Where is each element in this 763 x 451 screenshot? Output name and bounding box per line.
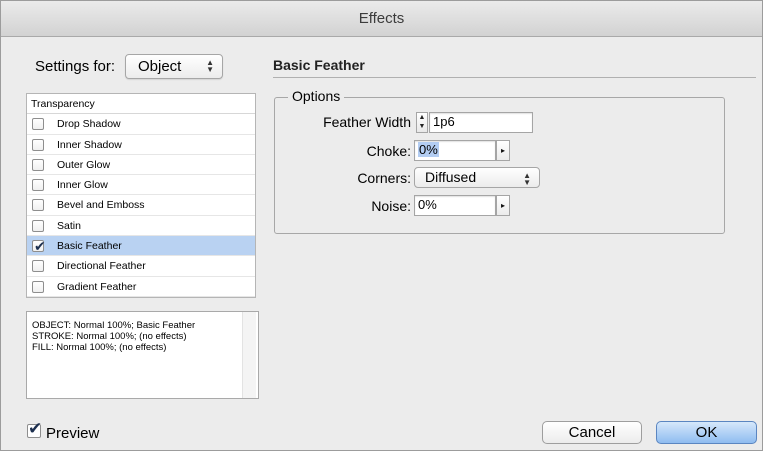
- window-title: Effects: [358, 10, 405, 27]
- checkmark-icon: ✔: [34, 238, 46, 255]
- feather-width-field[interactable]: 1p6: [429, 112, 533, 133]
- choke-label: Choke:: [366, 143, 411, 159]
- list-item-drop-shadow[interactable]: Drop Shadow: [27, 114, 255, 135]
- settings-for-select[interactable]: Object ▲ ▼: [125, 54, 223, 79]
- settings-for-value: Object: [138, 58, 182, 75]
- directional-feather-checkbox[interactable]: [32, 260, 44, 273]
- title-bar[interactable]: Effects: [1, 1, 762, 37]
- summary-scrollbar[interactable]: [242, 312, 256, 398]
- list-item-basic-feather[interactable]: ✔ Basic Feather: [27, 236, 255, 257]
- noise-value: 0%: [418, 197, 437, 212]
- summary-line-object: OBJECT: Normal 100%; Basic Feather: [32, 320, 196, 331]
- choke-field[interactable]: 0%: [414, 140, 496, 161]
- summary-line-fill: FILL: Normal 100%; (no effects): [32, 342, 167, 353]
- list-item-label: Transparency: [31, 98, 95, 110]
- effects-dialog: Effects Settings for: Object ▲ ▼ Transpar…: [0, 0, 763, 451]
- choke-value: 0%: [418, 142, 439, 157]
- noise-label: Noise:: [371, 198, 411, 214]
- corners-select[interactable]: Diffused ▲ ▼: [414, 167, 540, 188]
- arrow-right-icon: ▸: [500, 146, 505, 155]
- inner-shadow-checkbox[interactable]: [32, 138, 44, 151]
- list-item-inner-shadow[interactable]: Inner Shadow: [27, 135, 255, 155]
- list-item-label: Basic Feather: [57, 240, 122, 253]
- summary-line-stroke: STROKE: Normal 100%; (no effects): [32, 331, 187, 342]
- list-item-label: Outer Glow: [57, 158, 111, 171]
- drop-shadow-checkbox[interactable]: [32, 118, 44, 131]
- corners-value: Diffused: [425, 169, 477, 185]
- list-item-directional-feather[interactable]: Directional Feather: [27, 256, 255, 277]
- arrow-right-icon: ▸: [500, 201, 505, 210]
- updown-icon: ▲ ▼: [523, 171, 531, 187]
- effects-summary: OBJECT: Normal 100%; Basic Feather STROK…: [26, 311, 259, 399]
- updown-icon: ▲ ▼: [206, 58, 214, 74]
- panel-divider: [273, 77, 756, 78]
- cancel-button[interactable]: Cancel: [542, 421, 642, 444]
- effects-list: Transparency Drop Shadow Inner Shadow Ou…: [26, 93, 256, 298]
- gradient-feather-checkbox[interactable]: [32, 280, 44, 293]
- list-item-label: Drop Shadow: [57, 118, 121, 131]
- preview-checkbox[interactable]: ✔: [27, 419, 42, 438]
- inner-glow-checkbox[interactable]: [32, 179, 44, 192]
- ok-button[interactable]: OK: [656, 421, 757, 444]
- list-item-outer-glow[interactable]: Outer Glow: [27, 155, 255, 176]
- list-item-label: Gradient Feather: [57, 280, 137, 293]
- basic-feather-checkbox[interactable]: ✔: [32, 238, 46, 254]
- corners-label: Corners:: [357, 170, 411, 186]
- feather-width-stepper[interactable]: ▲ ▼: [416, 112, 428, 133]
- list-item-label: Bevel and Emboss: [57, 199, 145, 212]
- noise-menu-button[interactable]: ▸: [496, 195, 510, 216]
- settings-for-label: Settings for:: [35, 58, 116, 75]
- outer-glow-checkbox[interactable]: [32, 158, 44, 171]
- list-item-gradient-feather[interactable]: Gradient Feather: [27, 277, 255, 297]
- checkmark-icon: ✔: [28, 419, 43, 438]
- list-item-label: Satin: [57, 219, 81, 232]
- bevel-and-emboss-checkbox[interactable]: [32, 199, 44, 212]
- options-group-title: Options: [288, 88, 345, 104]
- list-item-label: Inner Glow: [57, 179, 108, 192]
- list-item-bevel-and-emboss[interactable]: Bevel and Emboss: [27, 195, 255, 216]
- feather-width-value: 1p6: [433, 114, 455, 129]
- preview-label[interactable]: Preview: [46, 425, 99, 442]
- noise-field[interactable]: 0%: [414, 195, 496, 216]
- panel-title: Basic Feather: [273, 57, 365, 73]
- satin-checkbox[interactable]: [32, 219, 44, 232]
- list-item-label: Inner Shadow: [57, 138, 122, 151]
- feather-width-label: Feather Width: [323, 114, 411, 130]
- list-item-transparency[interactable]: Transparency: [27, 94, 255, 115]
- list-item-inner-glow[interactable]: Inner Glow: [27, 175, 255, 196]
- list-item-label: Directional Feather: [57, 260, 146, 273]
- choke-menu-button[interactable]: ▸: [496, 140, 510, 161]
- list-item-satin[interactable]: Satin: [27, 216, 255, 237]
